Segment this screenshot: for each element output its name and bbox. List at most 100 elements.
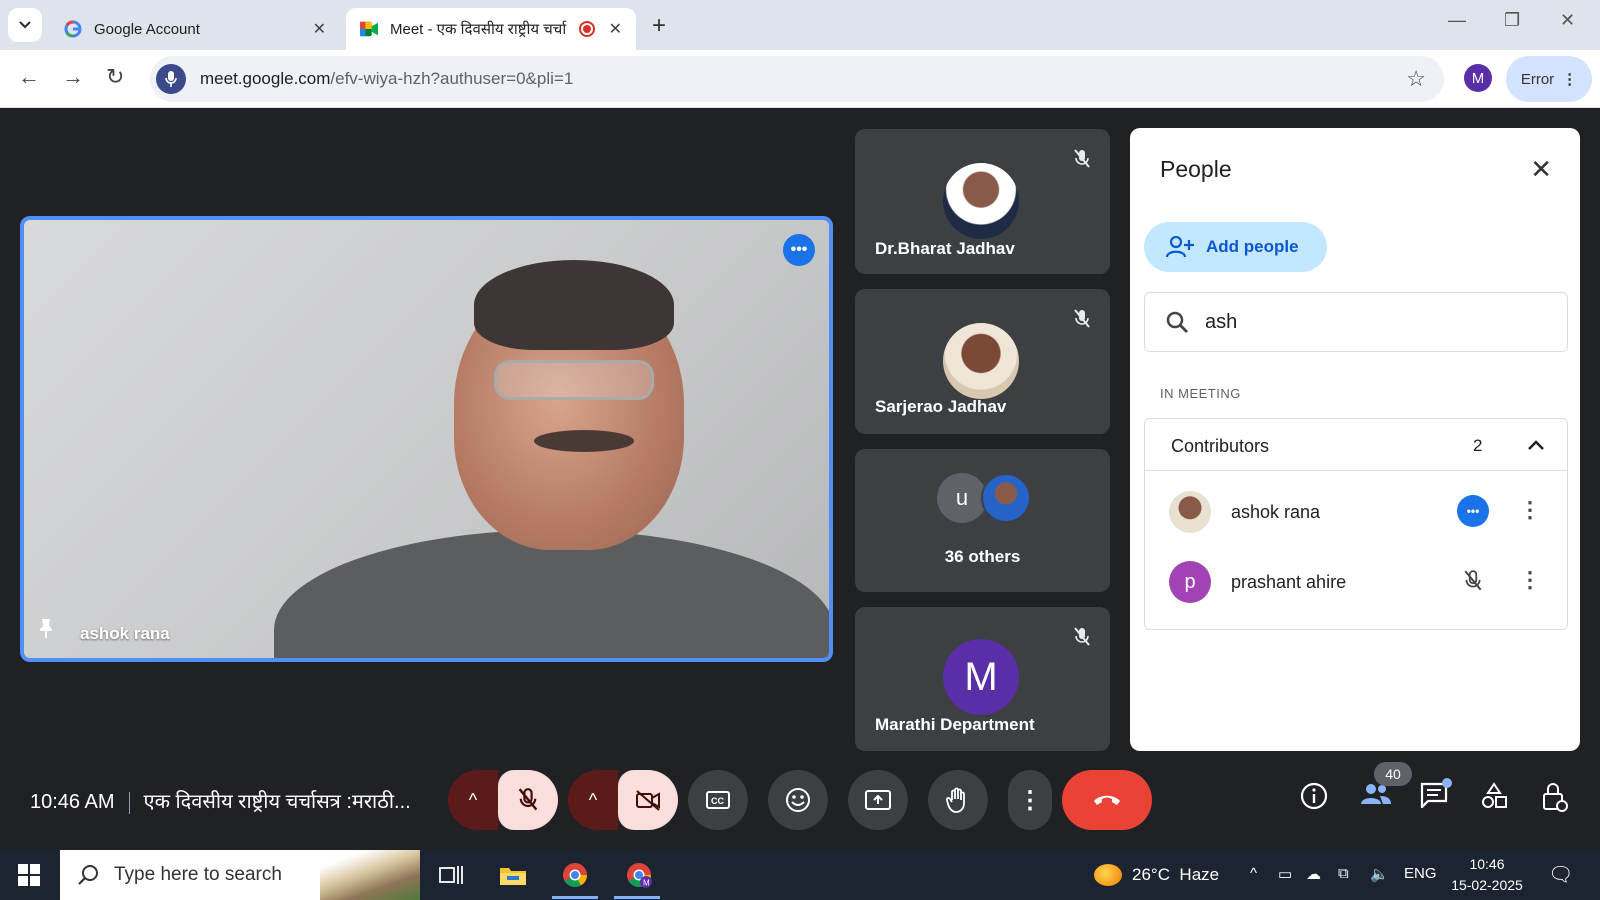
mic-control-group: ^ xyxy=(448,770,558,830)
others-count-label: 36 others xyxy=(944,547,1021,566)
volume-icon[interactable]: 🔈 xyxy=(1370,865,1389,883)
meeting-info-text: 10:46 AM एक दिवसीय राष्ट्रीय चर्चासत्र :म… xyxy=(30,787,411,814)
task-view-icon[interactable] xyxy=(436,862,466,888)
people-search[interactable] xyxy=(1144,292,1568,352)
participant-avatar: u xyxy=(937,473,987,523)
camera-off-icon xyxy=(636,790,660,811)
minimize-icon[interactable]: — xyxy=(1448,10,1466,31)
reactions-button[interactable] xyxy=(768,770,828,830)
tab-title: Meet - एक दिवसीय राष्ट्रीय चर्चा xyxy=(390,21,567,38)
chrome-profile-icon[interactable]: M xyxy=(624,862,654,888)
search-icon xyxy=(1166,311,1188,333)
restore-icon[interactable]: ❐ xyxy=(1504,10,1520,31)
close-icon[interactable]: ✕ xyxy=(313,19,326,39)
notifications-icon[interactable]: 🗨 xyxy=(1548,862,1573,887)
close-icon[interactable]: ✕ xyxy=(1530,154,1552,185)
others-tile[interactable]: u 36 others xyxy=(855,449,1110,592)
reload-icon[interactable]: ↻ xyxy=(106,64,124,90)
tab-google-account[interactable]: Google Account ✕ xyxy=(50,8,340,50)
bookmark-star-icon[interactable]: ☆ xyxy=(1406,66,1426,92)
audio-settings-button[interactable]: ^ xyxy=(448,770,498,830)
main-video-tile[interactable]: ••• ashok rana xyxy=(20,216,833,662)
emoji-icon xyxy=(786,788,810,812)
browser-tab-bar: Google Account ✕ Meet - एक दिवसीय राष्ट्… xyxy=(0,0,1600,50)
hang-up-icon xyxy=(1094,795,1120,805)
new-tab-button[interactable]: + xyxy=(652,12,666,40)
window-close-icon[interactable]: ✕ xyxy=(1560,10,1575,31)
contributors-section: Contributors 2 ashok rana ••• ⋮ p prasha… xyxy=(1144,418,1568,630)
chevron-down-icon xyxy=(19,21,31,29)
captions-button[interactable]: CC xyxy=(688,770,748,830)
people-icon[interactable] xyxy=(1360,782,1392,812)
weather-text: 26°C Haze xyxy=(1132,865,1220,884)
add-people-button[interactable]: Add people xyxy=(1144,222,1327,272)
contributors-header[interactable]: Contributors 2 xyxy=(1145,419,1567,471)
participant-name: prashant ahire xyxy=(1231,572,1347,592)
search-highlight-image xyxy=(320,850,420,900)
chat-notification-dot xyxy=(1442,778,1452,788)
search-icon xyxy=(78,865,98,885)
back-arrow-icon[interactable]: ← xyxy=(18,64,40,90)
error-label: Error xyxy=(1520,70,1555,88)
meeting-details-icon[interactable] xyxy=(1300,782,1328,816)
language-indicator[interactable]: ENG xyxy=(1404,865,1437,882)
windows-start-icon[interactable] xyxy=(18,864,40,891)
participant-tile[interactable]: Dr.Bharat Jadhav xyxy=(855,129,1110,274)
taskbar-clock[interactable]: 10:46 15-02-2025 xyxy=(1446,854,1528,896)
onedrive-icon[interactable]: ☁ xyxy=(1306,865,1321,883)
video-settings-button[interactable]: ^ xyxy=(568,770,618,830)
tab-meet[interactable]: Meet - एक दिवसीय राष्ट्रीय चर्चा ✕ xyxy=(346,8,636,50)
close-icon[interactable]: ✕ xyxy=(609,19,622,39)
participant-count-badge: 40 xyxy=(1374,762,1412,786)
kebab-menu-icon[interactable]: ⋮ xyxy=(1519,497,1541,523)
mic-off-icon xyxy=(1457,565,1489,597)
participant-tile[interactable]: M Marathi Department xyxy=(855,607,1110,751)
chevron-up-icon[interactable] xyxy=(1527,431,1545,457)
show-hidden-icons-chevron-icon[interactable]: ^ xyxy=(1250,865,1257,882)
mic-toggle-button[interactable] xyxy=(498,770,558,830)
microphone-in-use-icon[interactable] xyxy=(156,64,186,94)
profile-avatar[interactable]: M xyxy=(1464,64,1492,92)
participant-name: Marathi Department xyxy=(875,715,1035,734)
address-bar[interactable]: meet.google.com/efv-wiya-hzh?authuser=0&… xyxy=(150,56,1444,102)
host-controls-icon[interactable] xyxy=(1540,782,1568,818)
meeting-time: 10:46 AM xyxy=(30,791,115,813)
tile-participant-name: ashok rana xyxy=(80,624,170,643)
network-icon[interactable]: ⧉ xyxy=(1338,865,1349,882)
meeting-title: एक दिवसीय राष्ट्रीय चर्चासत्र :मराठी... xyxy=(143,791,411,813)
present-button[interactable] xyxy=(848,770,908,830)
more-options-button[interactable]: ⋮ xyxy=(1008,770,1052,830)
tab-search-button[interactable] xyxy=(8,8,42,42)
profile-error-button[interactable]: Error ⋮ xyxy=(1506,56,1592,102)
taskbar-search[interactable]: Type here to search xyxy=(60,850,420,900)
mic-off-icon xyxy=(1074,627,1090,652)
participant-name: ashok rana xyxy=(1231,502,1321,522)
list-item[interactable]: ashok rana ••• ⋮ xyxy=(1145,481,1567,541)
more-options-icon[interactable]: ••• xyxy=(783,234,815,266)
weather-widget[interactable]: 26°C Haze xyxy=(1094,864,1219,886)
activities-icon[interactable] xyxy=(1480,782,1508,816)
section-label: IN MEETING xyxy=(1160,386,1241,401)
file-explorer-icon[interactable] xyxy=(498,862,528,888)
people-panel: People ✕ Add people IN MEETING Contribut… xyxy=(1130,128,1580,751)
url-text: meet.google.com/efv-wiya-hzh?authuser=0&… xyxy=(200,69,574,88)
hand-icon xyxy=(946,787,965,813)
add-person-icon xyxy=(1166,236,1194,258)
list-item[interactable]: p prashant ahire ⋮ xyxy=(1145,551,1567,611)
search-input[interactable] xyxy=(1205,310,1545,334)
chrome-icon[interactable] xyxy=(560,862,590,888)
search-placeholder: Type here to search xyxy=(114,864,282,885)
leave-call-button[interactable] xyxy=(1062,770,1152,830)
kebab-menu-icon[interactable]: ⋮ xyxy=(1562,70,1577,88)
raise-hand-button[interactable] xyxy=(928,770,988,830)
google-g-icon xyxy=(64,20,82,38)
camera-control-group: ^ xyxy=(568,770,678,830)
pin-icon[interactable] xyxy=(36,617,56,644)
forward-arrow-icon[interactable]: → xyxy=(62,64,84,90)
battery-icon[interactable]: ▭ xyxy=(1278,865,1292,883)
camera-toggle-button[interactable] xyxy=(618,770,678,830)
participant-tile[interactable]: Sarjerao Jadhav xyxy=(855,289,1110,434)
svg-text:CC: CC xyxy=(711,796,724,806)
kebab-menu-icon[interactable]: ⋮ xyxy=(1519,567,1541,593)
participant-avatar: p xyxy=(1169,561,1211,603)
